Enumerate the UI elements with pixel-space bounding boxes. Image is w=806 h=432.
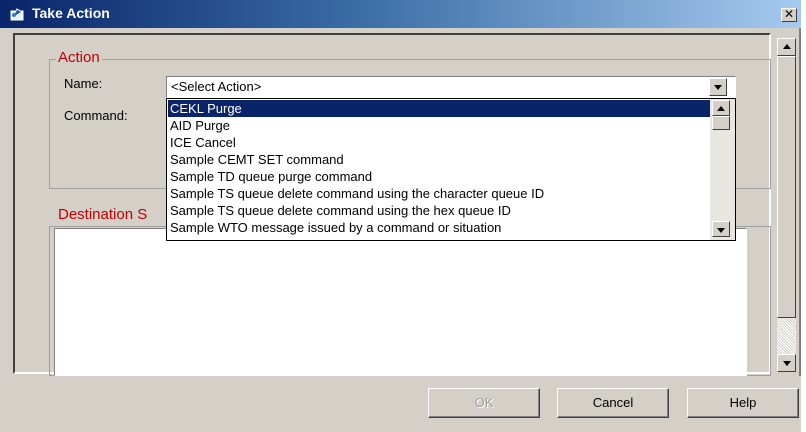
scroll-up-button[interactable]	[712, 100, 730, 116]
window-scroll-up-button[interactable]	[777, 38, 796, 56]
take-action-dialog: Take Action ✕ Action Destination S Name:…	[0, 0, 801, 432]
scroll-down-button[interactable]	[712, 221, 730, 237]
cancel-button[interactable]: Cancel	[557, 388, 669, 418]
dropdown-button[interactable]	[709, 78, 727, 96]
window-scrollbar[interactable]	[775, 36, 799, 376]
action-name-select-value: <Select Action>	[171, 79, 262, 94]
dropdown-item-ice-cancel[interactable]: ICE Cancel	[168, 134, 710, 151]
action-dropdown-list[interactable]: CEKL Purge AID Purge ICE Cancel Sample C…	[166, 98, 736, 241]
chevron-down-icon	[714, 85, 722, 90]
title-bar[interactable]: Take Action ✕	[0, 0, 801, 28]
chevron-down-icon	[717, 228, 725, 233]
take-action-app-icon	[10, 8, 24, 21]
window-title: Take Action	[32, 5, 110, 21]
dropdown-scrollbar[interactable]	[710, 99, 735, 240]
window-scroll-down-button[interactable]	[777, 354, 796, 372]
window-scroll-thumb[interactable]	[777, 56, 796, 318]
ok-button[interactable]: OK	[428, 388, 540, 418]
scroll-thumb[interactable]	[712, 116, 730, 130]
chevron-down-icon	[782, 361, 791, 366]
name-label: Name:	[64, 76, 103, 91]
button-bar	[0, 376, 801, 432]
dropdown-item-td-queue-purge[interactable]: Sample TD queue purge command	[168, 168, 710, 185]
chevron-up-icon	[717, 106, 725, 111]
action-group-legend: Action	[56, 49, 102, 66]
dropdown-item-wto-message[interactable]: Sample WTO message issued by a command o…	[168, 219, 710, 236]
dropdown-item-ts-delete-hex[interactable]: Sample TS queue delete command using the…	[168, 202, 710, 219]
destination-systems-list[interactable]	[54, 228, 747, 376]
window-scroll-track[interactable]	[777, 318, 796, 354]
dropdown-item-ts-delete-char[interactable]: Sample TS queue delete command using the…	[168, 185, 710, 202]
dropdown-item-cemt-set[interactable]: Sample CEMT SET command	[168, 151, 710, 168]
action-name-select[interactable]: <Select Action>	[166, 76, 736, 98]
dropdown-item-cekl-purge[interactable]: CEKL Purge	[168, 100, 710, 117]
destination-group-legend: Destination S	[56, 206, 150, 223]
chevron-up-icon	[782, 44, 791, 49]
close-icon[interactable]: ✕	[781, 8, 797, 22]
command-label: Command:	[64, 108, 128, 123]
help-button[interactable]: Help	[687, 388, 799, 418]
dropdown-item-aid-purge[interactable]: AID Purge	[168, 117, 710, 134]
